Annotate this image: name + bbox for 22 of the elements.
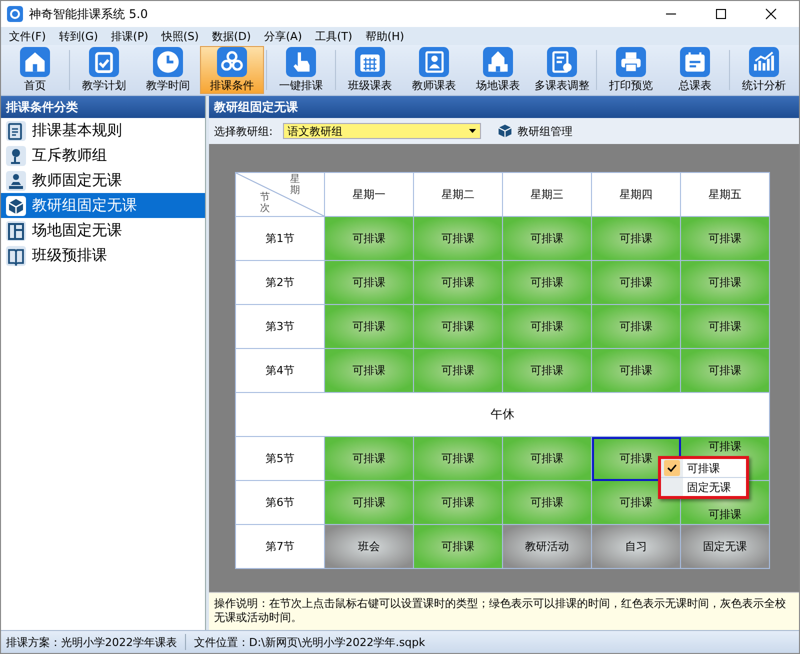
period-label: 第2节 (236, 260, 324, 304)
status-text: 文件位置：D:\新网页\光明小学2022学年.sqpk (194, 634, 426, 650)
period-label: 第6节 (236, 480, 324, 524)
period-label: 第4节 (236, 348, 324, 392)
field-label: 选择教研组: (214, 124, 273, 138)
column-header: 星期二 (414, 172, 502, 216)
column-header: 星期四 (592, 172, 680, 216)
period-label: 第7节 (236, 524, 324, 568)
instructions-text: 操作说明：在节次上点击鼠标右键可以设置课时的类型；绿色表示可以排课的时间，红色表示无课时间，灰色表示全校无课或活动时间。 (209, 592, 799, 630)
column-header: 星期三 (502, 172, 592, 216)
period-label: 第5节 (236, 436, 324, 480)
panel-header: 教研组固定无课 (209, 96, 799, 118)
period-label: 第3节 (236, 304, 324, 348)
column-header: 星期五 (680, 172, 770, 216)
column-header: 星期一 (324, 172, 414, 216)
corner-top-label: 星期 (290, 174, 300, 196)
corner-bottom-label: 节次 (260, 192, 270, 214)
window-title: 神奇智能排课系统 5.0 (29, 6, 148, 22)
period-label: 第1节 (236, 216, 324, 260)
lunch-break-row: 午休 (236, 392, 770, 436)
status-text: 排课方案：光明小学2022学年课表 (6, 634, 177, 650)
sidebar-header: 排课条件分类 (1, 96, 205, 118)
